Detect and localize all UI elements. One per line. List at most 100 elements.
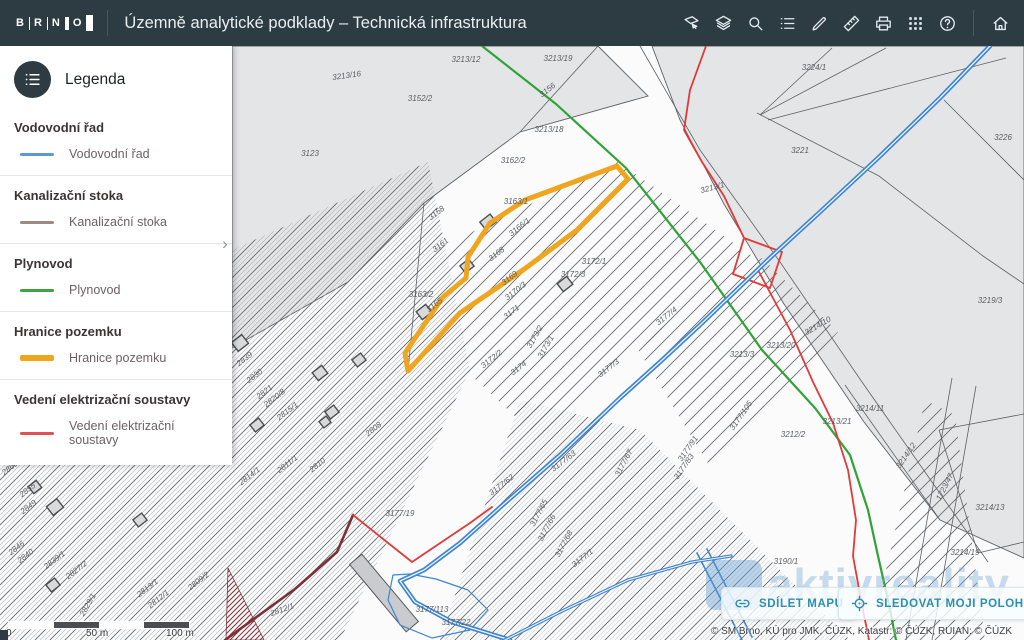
divider (973, 10, 974, 36)
track-location-button[interactable]: SLEDOVAT MOJI POLOHU (838, 587, 1024, 620)
legend-section-header: Kanalizační stoka (14, 188, 218, 203)
print-button[interactable] (869, 8, 897, 38)
apps-grid-icon (906, 14, 925, 33)
legend-section: Vodovodní řad Vodovodní řad (0, 108, 232, 161)
chain-link-icon (734, 595, 751, 612)
top-bar: BRNO Územně analytické podklady – Techni… (0, 0, 1024, 46)
logo-letter: N (52, 17, 61, 29)
parcel-label: 3213/12 (452, 55, 481, 64)
home-icon (991, 14, 1010, 33)
parcel-label: 3162/2 (501, 156, 526, 165)
logo-bar (65, 17, 69, 30)
parcel-label: 3177/19 (386, 509, 415, 518)
layers-button[interactable] (709, 8, 737, 38)
legend-swatch (20, 355, 54, 361)
logo-bar (29, 17, 30, 30)
parcel-label: 3177/22 (442, 618, 471, 627)
parcel-label: 3221 (791, 146, 809, 155)
parcel-label: 3123 (301, 149, 319, 158)
logo-letter: O (73, 17, 83, 29)
parcel-label: 3172/3 (561, 270, 586, 279)
legend-item-label: Kanalizační stoka (69, 215, 167, 229)
legend-list-icon (778, 14, 797, 33)
legend-section: Vedení elektrizační soustavy Vedení elekt… (0, 380, 232, 447)
collapse-panel-chevron[interactable]: › (219, 234, 231, 254)
map-attribution: © SM Brno, KÚ pro JMK, ČÚZK, Katastr: © … (711, 626, 1012, 637)
logo-bar (47, 17, 48, 30)
legend-swatch (20, 289, 54, 292)
legend-item[interactable]: Vodovodní řad (20, 147, 218, 161)
legend-header: Legenda (0, 46, 232, 108)
legend-item-label: Plynovod (69, 283, 120, 297)
parcel-label: 3213/18 (535, 125, 564, 134)
share-map-label: SDÍLET MAPU (759, 598, 844, 610)
legend-item-label: Hranice pozemku (69, 351, 166, 365)
parcel-label: 3172/1 (582, 257, 606, 266)
parcel-label: 3190/1 (774, 557, 798, 566)
area-select-icon (682, 14, 701, 33)
apps-grid-button[interactable] (901, 8, 929, 38)
map-corner-marker (0, 630, 8, 640)
home-button[interactable] (986, 8, 1014, 38)
legend-section: Kanalizační stoka Kanalizační stoka (0, 176, 232, 229)
legend-title: Legenda (65, 71, 125, 89)
legend-item[interactable]: Plynovod (20, 283, 218, 297)
scale-label-50: 50 m (86, 628, 108, 639)
parcel-label: 3219/3 (978, 296, 1003, 305)
legend-section: Plynovod Plynovod (0, 244, 232, 297)
search-icon (746, 14, 765, 33)
crosshair-icon (851, 595, 868, 612)
parcel-label: 3213/20 (767, 341, 796, 350)
search-button[interactable] (741, 8, 769, 38)
parcel-label: 3213/19 (544, 54, 573, 63)
legend-list-button[interactable] (773, 8, 801, 38)
share-map-button[interactable]: SDÍLET MAPU (721, 587, 857, 620)
layers-icon (714, 14, 733, 33)
scale-label-100: 100 m (166, 628, 194, 639)
help-icon (938, 14, 957, 33)
legend-panel: Legenda Vodovodní řad Vodovodní řad Kanali… (0, 46, 232, 465)
legend-section: Hranice pozemku Hranice pozemku (0, 312, 232, 365)
legend-item-label: Vodovodní řad (69, 147, 150, 161)
scale-seg (9, 622, 54, 628)
parcel-label: 3214/13 (976, 503, 1005, 512)
legend-body: Vodovodní řad Vodovodní řad Kanalizační st… (0, 108, 232, 447)
draw-icon (810, 14, 829, 33)
parcel-label: 3224/1 (802, 63, 826, 72)
parcel-label: 3163/1 (504, 197, 528, 206)
legend-swatch (20, 432, 54, 435)
print-icon (874, 14, 893, 33)
parcel-label: 3214/11 (856, 404, 884, 413)
toolbar (677, 8, 1024, 38)
parcel-label: 3163/2 (409, 290, 434, 299)
legend-item[interactable]: Hranice pozemku (20, 351, 218, 365)
parcel-label: 3214/19 (951, 548, 980, 557)
parcel-label: 3213/3 (730, 350, 755, 359)
legend-item[interactable]: Vedení elektrizační soustavy (20, 419, 218, 447)
parcel-label: 3213/21 (823, 417, 852, 426)
parcel-label: 3177/113 (416, 605, 449, 614)
legend-badge[interactable] (14, 61, 51, 98)
brno-logo[interactable]: BRNO (0, 0, 107, 46)
legend-swatch (20, 153, 54, 156)
logo-letter: R (34, 17, 43, 29)
legend-item[interactable]: Kanalizační stoka (20, 215, 218, 229)
legend-section-header: Vedení elektrizační soustavy (14, 392, 218, 407)
measure-button[interactable] (837, 8, 865, 38)
legend-swatch (20, 221, 54, 224)
help-button[interactable] (933, 8, 961, 38)
area-select-button[interactable] (677, 8, 705, 38)
measure-icon (842, 14, 861, 33)
parcel-label: 3212/2 (781, 430, 806, 439)
legend-section-header: Hranice pozemku (14, 324, 218, 339)
parcel-label: 3226 (994, 133, 1012, 142)
legend-section-header: Plynovod (14, 256, 218, 271)
draw-button[interactable] (805, 8, 833, 38)
parcel-label: 3152/2 (408, 94, 433, 103)
logo-bar (86, 15, 93, 31)
legend-item-label: Vedení elektrizační soustavy (69, 419, 218, 447)
track-location-label: SLEDOVAT MOJI POLOHU (876, 598, 1024, 610)
app-title: Územně analytické podklady – Technická i… (108, 14, 526, 33)
legend-list-icon (23, 70, 42, 89)
legend-section-header: Vodovodní řad (14, 120, 218, 135)
